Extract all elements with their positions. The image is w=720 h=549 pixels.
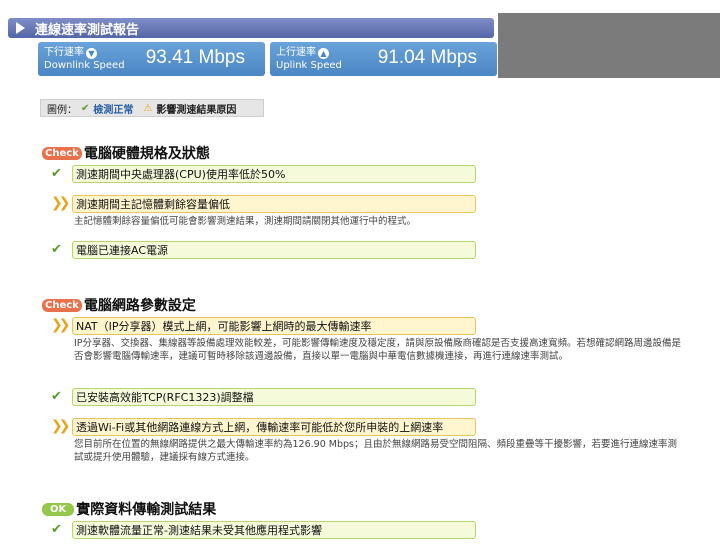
section-hardware-heading: Check 電腦硬體規格及狀態 — [42, 143, 210, 163]
item-text: 測速軟體流量正常-測速結果未受其他應用程式影響 — [76, 524, 322, 537]
checkmark-icon: ✔ — [51, 166, 62, 181]
up-arrow-icon: ▲ — [318, 48, 329, 59]
section-network-heading: Check 電腦網路參數設定 — [42, 295, 196, 315]
check-item-tcp: 已安裝高效能TCP(RFC1323)調整檔 — [72, 388, 476, 406]
check-tag: Check — [42, 146, 82, 160]
legend-ok: 檢測正常 — [93, 104, 134, 116]
check-item-memory: 測速期間主記憶體剩餘容量偏低 — [72, 195, 476, 213]
report-title: 連線速率測試報告 — [35, 22, 140, 38]
checkmark-icon: ✔ — [51, 522, 62, 537]
warning-triangle-icon: ⚠ — [143, 102, 153, 114]
item-description: 您目前所在位置的無線網路提供之最大傳輸速率約為126.90 Mbps；且由於無線… — [74, 439, 677, 463]
item-description: 主記憶體剩餘容量偏低可能會影響測速結果，測速期間請關閉其他運行中的程式。 — [74, 216, 417, 227]
item-description: IP分享器、交換器、集線器等設備處理效能較差，可能影響傳輸速度及穩定度，請與原設… — [74, 338, 682, 362]
item-text: NAT（IP分享器）模式上網，可能影響上網時的最大傳輸速率 — [76, 320, 372, 333]
legend: 圖例： ✔ 檢測正常 ⚠ 影響測速結果原因 — [40, 99, 264, 117]
section-title: 實際資料傳輸測試結果 — [76, 502, 217, 518]
downlink-label-zh: 下行速率 — [44, 47, 84, 58]
check-item-nat: NAT（IP分享器）模式上網，可能影響上網時的最大傳輸速率 — [72, 317, 476, 335]
section-result-heading: OK 實際資料傳輸測試結果 — [42, 499, 216, 519]
downlink-value: 93.41 Mbps — [145, 47, 245, 68]
check-item-ac-power: 電腦已連接AC電源 — [72, 241, 476, 259]
checkmark-icon: ✔ — [51, 242, 62, 257]
item-text: 已安裝高效能TCP(RFC1323)調整檔 — [76, 391, 254, 404]
section-title: 電腦硬體規格及狀態 — [83, 146, 210, 162]
check-item-wifi: 透過Wi-Fi或其他網路連線方式上網，傳輸速率可能低於您所申裝的上網速率 — [72, 418, 476, 436]
downlink-label-en: Downlink Speed — [44, 60, 125, 71]
ok-tag: OK — [42, 502, 75, 516]
section-title: 電腦網路參數設定 — [83, 298, 196, 314]
downlink-speed-panel: 下行速率 ▼ Downlink Speed 93.41 Mbps — [38, 42, 265, 76]
uplink-label-zh: 上行速率 — [276, 47, 316, 58]
check-tag: Check — [42, 298, 82, 312]
report-title-bar: 連線速率測試報告 — [8, 18, 494, 38]
check-item-traffic: 測速軟體流量正常-測速結果未受其他應用程式影響 — [72, 521, 476, 539]
item-text: 透過Wi-Fi或其他網路連線方式上網，傳輸速率可能低於您所申裝的上網速率 — [76, 421, 444, 434]
uplink-speed-panel: 上行速率 ▲ Uplink Speed 91.04 Mbps — [270, 42, 497, 76]
double-chevron-icon: ❯❯ — [51, 195, 71, 211]
item-text: 電腦已連接AC電源 — [76, 244, 169, 257]
item-text: 測速期間中央處理器(CPU)使用率低於50% — [76, 168, 286, 181]
gray-placeholder-panel — [498, 13, 720, 78]
check-item-cpu: 測速期間中央處理器(CPU)使用率低於50% — [72, 165, 476, 183]
legend-prefix: 圖例： — [47, 104, 77, 116]
play-arrow-icon — [16, 22, 25, 34]
checkmark-icon: ✔ — [81, 102, 90, 114]
double-chevron-icon: ❯❯ — [51, 317, 71, 333]
down-arrow-icon: ▼ — [86, 48, 97, 59]
legend-warn: 影響測速結果原因 — [156, 104, 237, 116]
checkmark-icon: ✔ — [51, 389, 62, 404]
uplink-label-en: Uplink Speed — [276, 60, 342, 71]
item-text: 測速期間主記憶體剩餘容量偏低 — [76, 198, 230, 211]
double-chevron-icon: ❯❯ — [51, 418, 71, 434]
uplink-value: 91.04 Mbps — [377, 47, 477, 68]
